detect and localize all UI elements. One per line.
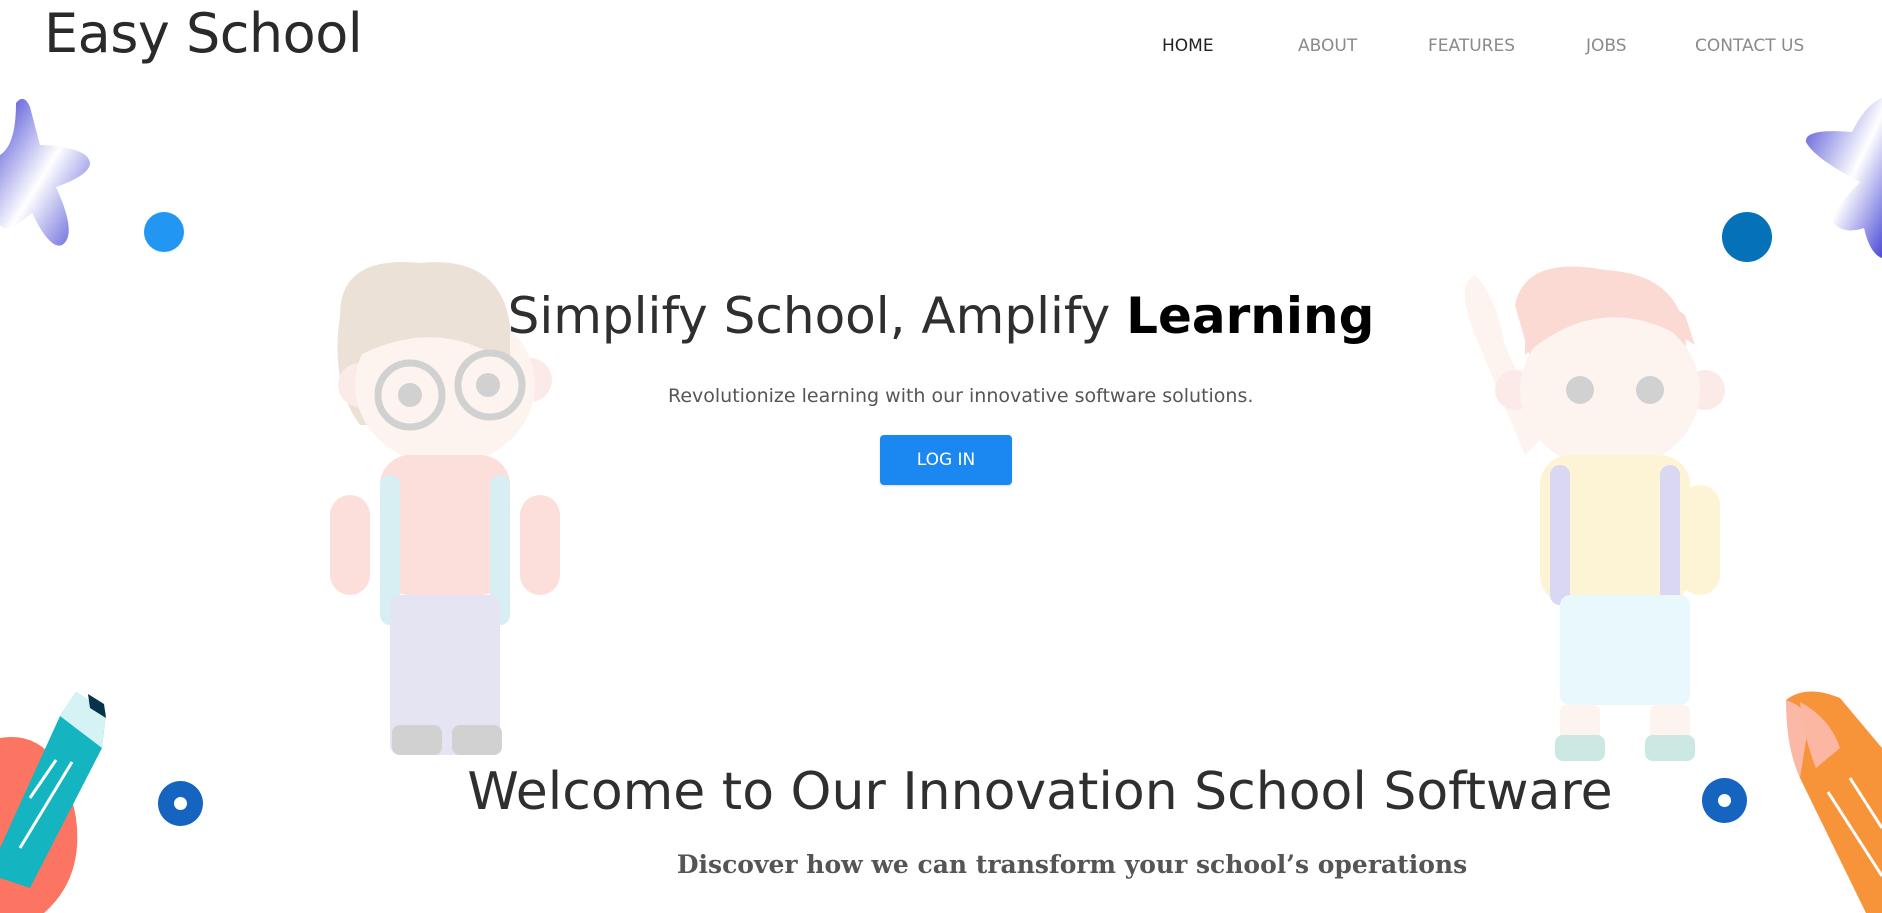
nav-jobs[interactable]: JOBS: [1586, 36, 1627, 56]
hero-title-prefix: Simplify School, Amplify: [507, 287, 1111, 345]
circle-dot-icon: [1722, 212, 1772, 262]
nav-features[interactable]: FEATURES: [1428, 36, 1515, 56]
welcome-title: Welcome to Our Innovation School Softwar…: [467, 762, 1613, 822]
login-button[interactable]: LOG IN: [880, 435, 1012, 485]
brand-logo-text[interactable]: Easy School: [44, 2, 363, 65]
hero-title-bold: Learning: [1126, 287, 1375, 345]
hero-subtitle: Revolutionize learning with our innovati…: [668, 385, 1254, 407]
circle-dot-icon: [144, 212, 184, 252]
welcome-subtitle: Discover how we can transform your schoo…: [676, 850, 1468, 879]
hero-title: Simplify School, Amplify Learning: [0, 287, 1882, 345]
star-shape-icon: [0, 98, 90, 246]
nav-contact-us[interactable]: CONTACT US: [1695, 36, 1804, 56]
star-shape-icon: [1805, 98, 1882, 258]
nav-about[interactable]: ABOUT: [1298, 36, 1357, 56]
nav-home[interactable]: HOME: [1162, 36, 1214, 56]
